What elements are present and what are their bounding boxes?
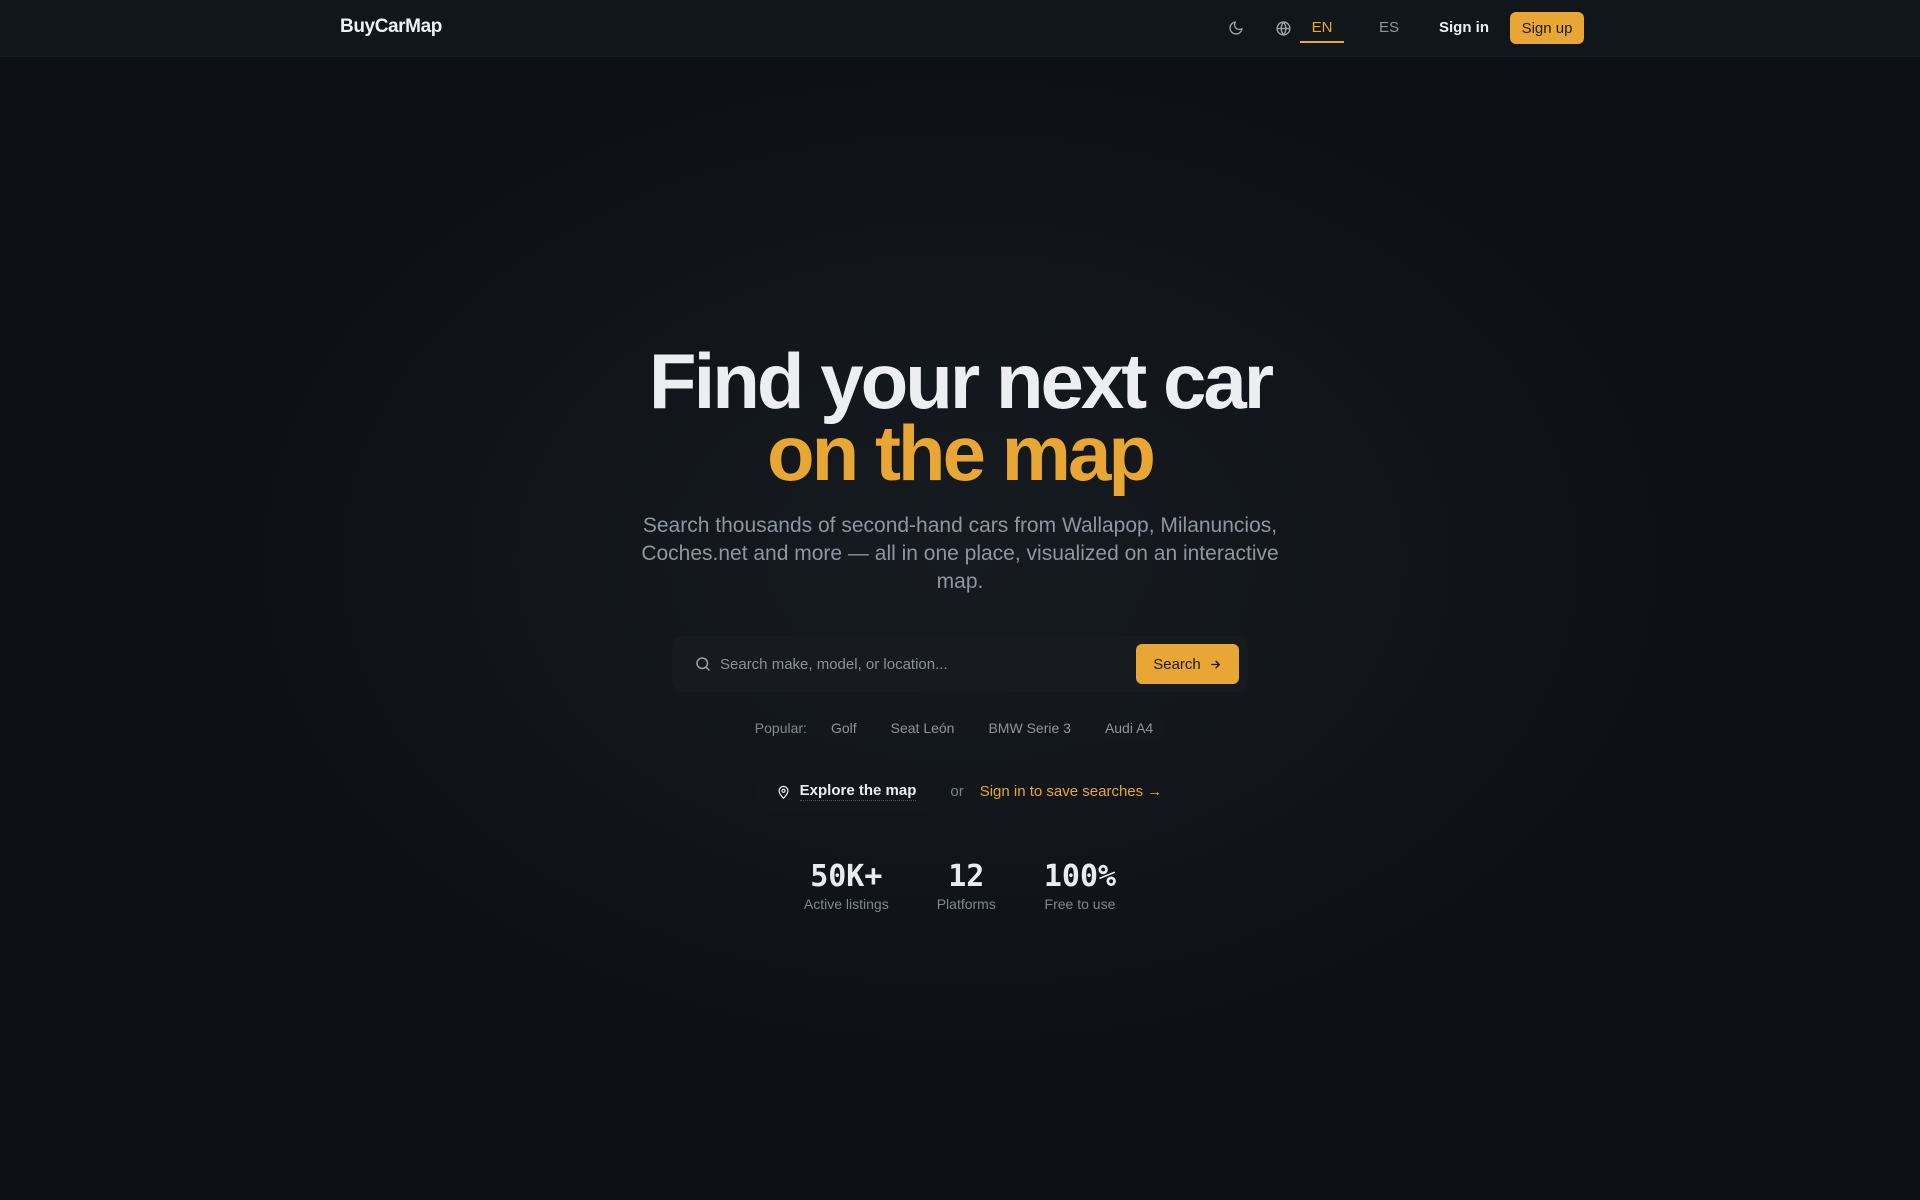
popular-label: Popular:: [754, 720, 807, 736]
sign-in-link[interactable]: Sign in: [1439, 19, 1489, 36]
globe-icon: [1273, 18, 1293, 38]
stat-platforms: 12 Platforms: [936, 859, 996, 913]
popular-searches: Popular: Golf Seat León BMW Serie 3 Audi…: [0, 715, 1920, 741]
stat-value: 100%: [1043, 859, 1117, 894]
search-button-label: Search: [1153, 655, 1201, 673]
popular-chip-seat-leon[interactable]: Seat León: [878, 715, 967, 741]
stat-free-to-use: 100% Free to use: [1043, 859, 1117, 913]
search-button[interactable]: Search: [1136, 644, 1239, 684]
search-input[interactable]: [720, 650, 1120, 678]
language-option-es[interactable]: ES: [1379, 19, 1399, 43]
call-to-action-row: Explore the map or Sign in to save searc…: [0, 772, 1920, 811]
sign-in-save-searches-link[interactable]: Sign in to save searches →: [980, 783, 1163, 800]
moon-icon[interactable]: [1226, 18, 1246, 38]
stat-active-listings: 50K+ Active listings: [803, 859, 889, 913]
language-option-en[interactable]: EN: [1300, 19, 1344, 43]
popular-chip-golf[interactable]: Golf: [818, 715, 869, 741]
explore-map-button[interactable]: Explore the map: [757, 772, 935, 811]
hero-title-highlight: on the map: [766, 409, 1156, 497]
map-pin-icon: [778, 785, 789, 799]
stat-value: 12: [948, 859, 985, 894]
stats-row: 50K+ Active listings 12 Platforms 100% F…: [0, 859, 1920, 913]
stat-label: Active listings: [803, 896, 889, 912]
arrow-right-icon: [1210, 660, 1220, 668]
explore-map-label: Explore the map: [799, 782, 917, 801]
search-icon: [696, 657, 710, 671]
hero-subtitle: Search thousands of second-hand cars fro…: [641, 514, 1279, 593]
stat-label: Platforms: [936, 896, 996, 912]
or-separator: or: [950, 783, 964, 800]
stat-label: Free to use: [1044, 896, 1116, 912]
popular-chip-bmw-serie-3[interactable]: BMW Serie 3: [976, 715, 1083, 741]
popular-chip-audi-a4[interactable]: Audi A4: [1092, 715, 1166, 741]
sign-up-button[interactable]: Sign up: [1510, 12, 1584, 44]
stat-value: 50K+: [810, 859, 883, 894]
search-bar: Search: [672, 636, 1248, 692]
logo[interactable]: BuyCarMap: [340, 16, 442, 38]
top-navigation-bar: BuyCarMap EN ES Sign in Sign up: [0, 0, 1920, 57]
